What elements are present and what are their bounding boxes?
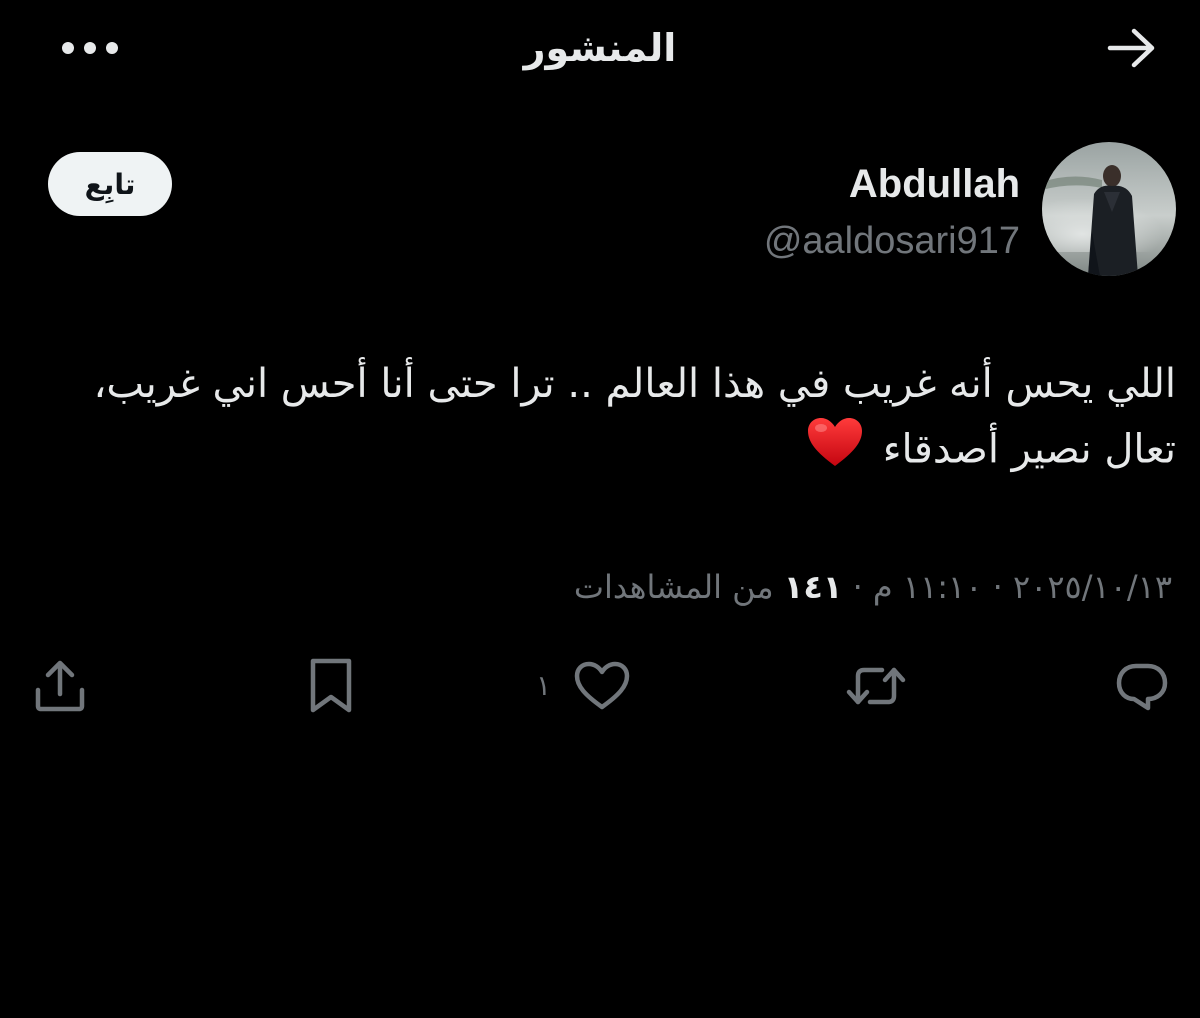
- tweet-time[interactable]: ١١:١٠ م: [873, 568, 983, 606]
- meta-separator: ·: [992, 568, 1003, 606]
- tweet-meta: ٢٠٢٥/١٠/١٣ · ١١:١٠ م · ١٤١ من المشاهدات: [574, 562, 1172, 612]
- red-heart-emoji-icon: [806, 416, 864, 487]
- like-count: ١: [536, 669, 552, 702]
- meta-separator: ·: [852, 568, 863, 606]
- avatar[interactable]: [1042, 142, 1176, 276]
- author-handle[interactable]: @aaldosari917: [764, 216, 1020, 266]
- author-name[interactable]: Abdullah: [849, 158, 1020, 210]
- tweet-body: اللي يحس أنه غريب في هذا العالم .. ترا ح…: [93, 361, 1176, 473]
- heart-outline-icon: [574, 661, 630, 710]
- views-label: من المشاهدات: [573, 568, 774, 606]
- follow-button[interactable]: تابِع: [48, 152, 172, 216]
- repost-icon: [846, 667, 906, 705]
- tweet-date[interactable]: ٢٠٢٥/١٠/١٣: [1013, 568, 1172, 606]
- views-count[interactable]: ١٤١: [784, 568, 843, 606]
- bookmark-icon: [310, 658, 352, 713]
- bookmark-button[interactable]: [306, 652, 356, 720]
- share-button[interactable]: [32, 652, 88, 720]
- page-title: المنشور: [523, 26, 677, 70]
- profile-photo: [1042, 142, 1176, 276]
- tweet-text: اللي يحس أنه غريب في هذا العالم .. ترا ح…: [70, 352, 1176, 487]
- arrow-right-icon: [1107, 28, 1155, 68]
- repost-button[interactable]: [844, 652, 908, 720]
- back-button[interactable]: [1100, 22, 1164, 74]
- share-icon: [35, 660, 85, 712]
- more-options-button[interactable]: [58, 28, 122, 68]
- like-button[interactable]: ١: [536, 652, 631, 720]
- reply-icon: [1116, 663, 1168, 711]
- reply-button[interactable]: [1114, 652, 1170, 720]
- more-horizontal-icon: [62, 42, 118, 54]
